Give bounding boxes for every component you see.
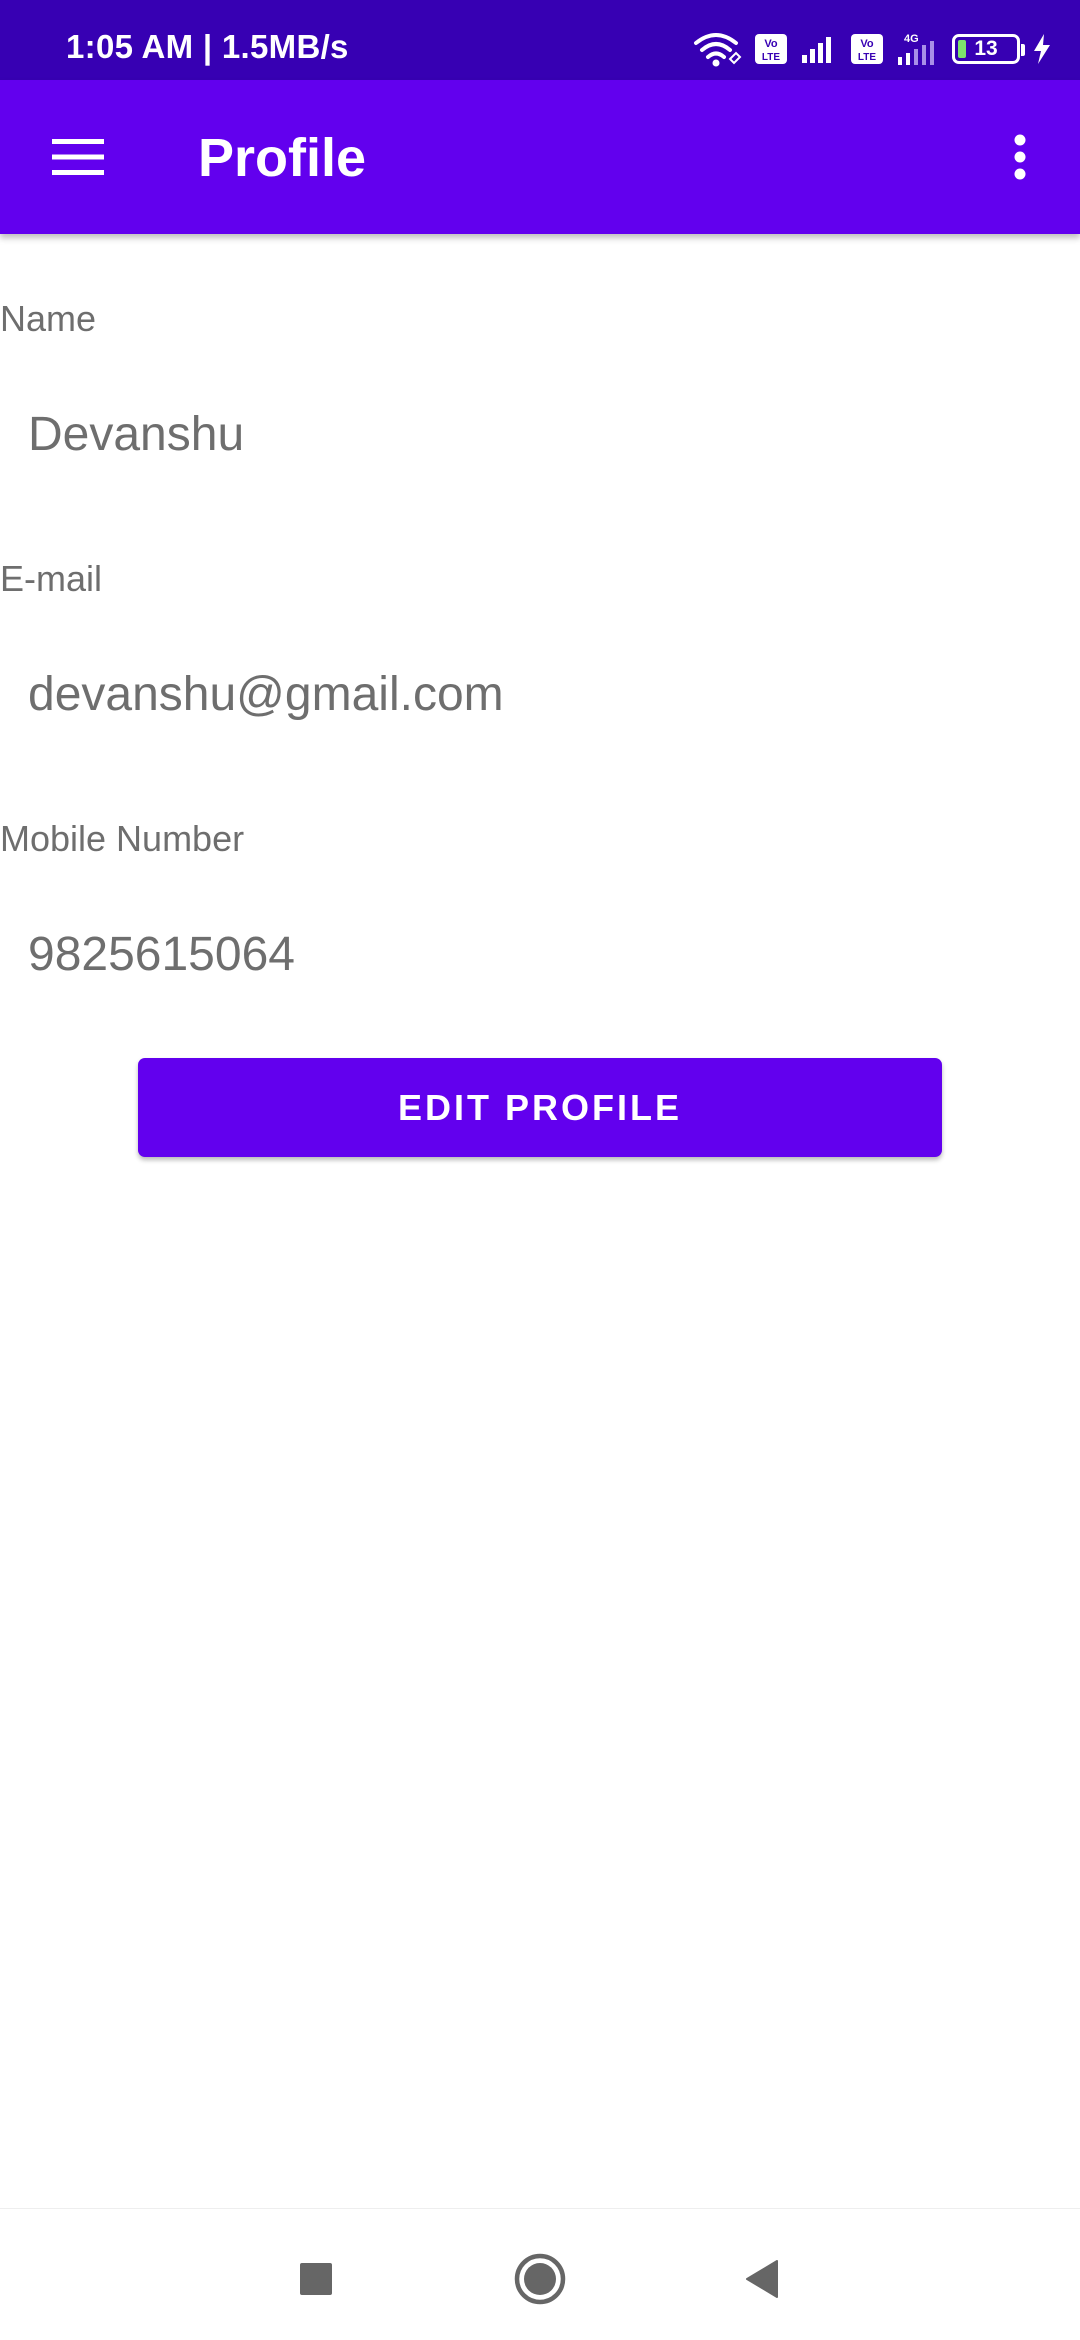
svg-text:Vo: Vo: [860, 38, 874, 50]
page-title: Profile: [198, 128, 367, 188]
profile-screen: 1:05 AM | 1.5MB/s Vo LTE Vo LTE 4G 13 Pr…: [0, 0, 1080, 2340]
email-label: E-mail: [0, 558, 103, 599]
svg-text:LTE: LTE: [858, 52, 876, 63]
email-field[interactable]: devanshu@gmail.com: [28, 655, 1048, 735]
home-circle-icon[interactable]: [500, 2239, 580, 2319]
recents-square-icon[interactable]: [276, 2239, 356, 2319]
svg-text:Vo: Vo: [764, 38, 778, 50]
battery-level: 13: [974, 37, 998, 60]
status-bar: 1:05 AM | 1.5MB/s Vo LTE Vo LTE 4G 13: [0, 0, 1080, 80]
navigation-bar: [0, 2208, 1080, 2340]
edit-profile-button[interactable]: EDIT PROFILE: [138, 1058, 942, 1157]
back-triangle-icon[interactable]: [722, 2239, 802, 2319]
battery-icon: 13: [952, 34, 1025, 64]
charging-icon: [1032, 33, 1052, 65]
status-icons: Vo LTE Vo LTE 4G 13: [692, 26, 1052, 72]
hamburger-menu-icon[interactable]: [30, 113, 126, 201]
volte-icon: Vo LTE: [754, 33, 788, 65]
name-label: Name: [0, 298, 97, 339]
mobile-label: Mobile Number: [0, 818, 245, 859]
4g-signal-icon: 4G: [896, 31, 940, 67]
volte-icon: Vo LTE: [850, 33, 884, 65]
name-field[interactable]: Devanshu: [28, 395, 1048, 475]
signal-icon: [800, 33, 838, 65]
svg-text:4G: 4G: [904, 33, 919, 45]
wifi-icon: [692, 29, 742, 69]
mobile-field[interactable]: 9825615064: [28, 915, 1048, 995]
status-time: 1:05 AM | 1.5MB/s: [66, 28, 349, 65]
more-vert-icon[interactable]: [980, 113, 1060, 201]
app-bar: Profile: [0, 80, 1080, 234]
svg-text:LTE: LTE: [762, 52, 780, 63]
